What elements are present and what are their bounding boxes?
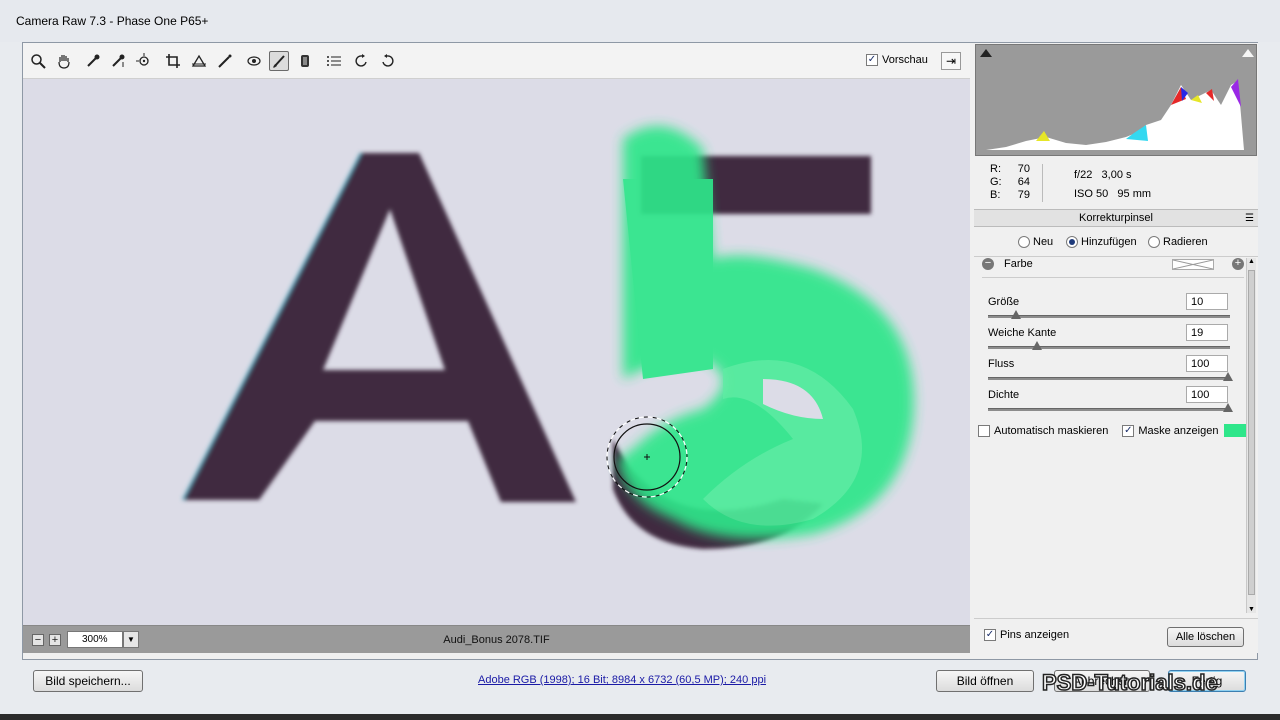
targeted-adjustment-tool-icon[interactable] <box>134 51 154 71</box>
color-label: Farbe <box>1004 258 1033 270</box>
watermark-logo: PSD-Tutorials.de <box>1041 669 1218 696</box>
preview-checkbox[interactable]: ✓ Vorschau <box>866 54 928 66</box>
preview-checkbox-box[interactable]: ✓ <box>866 54 878 66</box>
dialog-footer: Bild speichern... Adobe RGB (1998); 16 B… <box>0 662 1280 720</box>
red-eye-tool-icon[interactable] <box>243 51 263 71</box>
title-bar: Camera Raw 7.3 - Phase One P65+ <box>0 0 1280 42</box>
preview-image <box>23 79 970 625</box>
density-value-field[interactable]: 100 <box>1186 386 1228 403</box>
panel-header: Korrekturpinsel ☰ <box>974 209 1258 227</box>
slider-thumb[interactable] <box>1223 372 1233 382</box>
auto-mask-box[interactable] <box>978 425 990 437</box>
slider-thumb[interactable] <box>1010 310 1021 320</box>
focal-length: 95 mm <box>1117 188 1152 200</box>
brush-mode-group: Neu Hinzufügen Radieren <box>974 227 1258 257</box>
slider-track[interactable] <box>988 315 1230 318</box>
show-pins-checkbox[interactable]: ✓ Pins anzeigen <box>984 629 1069 641</box>
mask-color-swatch[interactable] <box>1224 424 1246 437</box>
white-balance-tool-icon[interactable] <box>83 51 103 71</box>
straighten-tool-icon[interactable] <box>189 51 209 71</box>
status-bar: − + 300% ▼ Audi_Bonus 2078.TIF <box>23 625 970 653</box>
mode-add[interactable]: Hinzufügen <box>1066 236 1137 248</box>
slider-track[interactable] <box>988 408 1230 411</box>
rotate-left-icon[interactable] <box>352 51 372 71</box>
iso: ISO 50 <box>1074 188 1109 200</box>
g-value: 64 <box>1017 176 1030 188</box>
camera-raw-dialog: ✓ Vorschau ⇥ − + 300% ▼ Audi_Bonus 2078.… <box>22 42 1258 660</box>
radio-new[interactable] <box>1018 236 1030 248</box>
preferences-icon[interactable] <box>324 51 344 71</box>
save-image-button[interactable]: Bild speichern... <box>33 670 143 692</box>
show-pins-box[interactable]: ✓ <box>984 629 996 641</box>
panel-title: Korrekturpinsel <box>1079 212 1153 224</box>
panel-menu-icon[interactable]: ☰ <box>1245 211 1254 227</box>
feather-value-field[interactable]: 19 <box>1186 324 1228 341</box>
slider-track[interactable] <box>988 377 1230 380</box>
mode-erase[interactable]: Radieren <box>1148 236 1208 248</box>
scroll-down-icon[interactable]: ▼ <box>1248 606 1255 613</box>
color-sampler-tool-icon[interactable] <box>108 51 128 71</box>
mask-options: Automatisch maskieren ✓ Maske anzeigen <box>978 422 1248 440</box>
flow-value-field[interactable]: 100 <box>1186 355 1228 372</box>
mode-new[interactable]: Neu <box>1018 236 1053 248</box>
window-title: Camera Raw 7.3 - Phase One P65+ <box>16 14 209 28</box>
info-readout: R: G: B: 70 64 79 f/22 3,00 s ISO 50 95 … <box>974 158 1258 208</box>
aperture: f/22 <box>1074 169 1093 181</box>
color-swatch[interactable] <box>1172 259 1214 270</box>
spot-removal-tool-icon[interactable] <box>215 51 235 71</box>
feather-slider[interactable]: Weiche Kante 19 <box>988 324 1232 357</box>
rgb-values: 70 64 79 <box>1014 163 1030 202</box>
open-image-button[interactable]: Bild öffnen <box>936 670 1034 692</box>
hand-tool-icon[interactable] <box>54 51 74 71</box>
brush-settings: − Farbe + Größe 10 Weiche Kante 19 Fluss… <box>974 258 1258 613</box>
color-row: − Farbe + <box>982 258 1244 278</box>
fullscreen-toggle-icon[interactable]: ⇥ <box>941 52 961 70</box>
zoom-tool-icon[interactable] <box>28 51 48 71</box>
right-panel: R: G: B: 70 64 79 f/22 3,00 s ISO 50 95 … <box>974 43 1258 653</box>
slider-thumb[interactable] <box>1031 341 1042 351</box>
graduated-filter-tool-icon[interactable] <box>295 51 315 71</box>
preview-label: Vorschau <box>882 54 928 66</box>
slider-thumb[interactable] <box>1223 403 1233 413</box>
show-mask-checkbox[interactable]: ✓ Maske anzeigen <box>1122 425 1218 437</box>
slider-track[interactable] <box>988 346 1230 349</box>
info-separator <box>1042 164 1043 202</box>
histogram-graph <box>976 45 1256 155</box>
shutter: 3,00 s <box>1101 169 1132 181</box>
rgb-labels: R: G: B: <box>990 163 1002 201</box>
color-plus-icon[interactable]: + <box>1232 258 1244 270</box>
clear-all-button[interactable]: Alle löschen <box>1167 627 1244 647</box>
image-preview[interactable] <box>23 79 970 625</box>
adjustment-brush-tool-icon[interactable] <box>269 51 289 71</box>
color-minus-icon[interactable]: − <box>982 258 994 270</box>
pins-row: ✓ Pins anzeigen Alle löschen <box>974 618 1258 653</box>
crop-tool-icon[interactable] <box>163 51 183 71</box>
flow-slider[interactable]: Fluss 100 <box>988 355 1233 388</box>
size-value-field[interactable]: 10 <box>1186 293 1228 310</box>
bottom-border <box>0 714 1280 720</box>
exif-info: f/22 3,00 s ISO 50 95 mm <box>1074 166 1151 204</box>
toolbar: ✓ Vorschau ⇥ <box>23 43 970 79</box>
radio-add[interactable] <box>1066 236 1078 248</box>
rotate-right-icon[interactable] <box>377 51 397 71</box>
auto-mask-checkbox[interactable]: Automatisch maskieren <box>978 425 1108 437</box>
histogram <box>975 44 1257 156</box>
size-slider[interactable]: Größe 10 <box>988 293 1232 326</box>
radio-erase[interactable] <box>1148 236 1160 248</box>
scroll-up-icon[interactable]: ▲ <box>1248 258 1255 265</box>
r-value: 70 <box>1017 163 1030 175</box>
show-mask-box[interactable]: ✓ <box>1122 425 1135 437</box>
panel-scrollbar[interactable]: ▲ ▼ <box>1246 258 1256 613</box>
scrollbar-thumb[interactable] <box>1248 270 1255 595</box>
file-name: Audi_Bonus 2078.TIF <box>443 634 550 646</box>
density-slider[interactable]: Dichte 100 <box>988 386 1233 419</box>
workflow-options-link[interactable]: Adobe RGB (1998); 16 Bit; 8984 x 6732 (6… <box>478 674 766 686</box>
b-value: 79 <box>1017 189 1030 201</box>
